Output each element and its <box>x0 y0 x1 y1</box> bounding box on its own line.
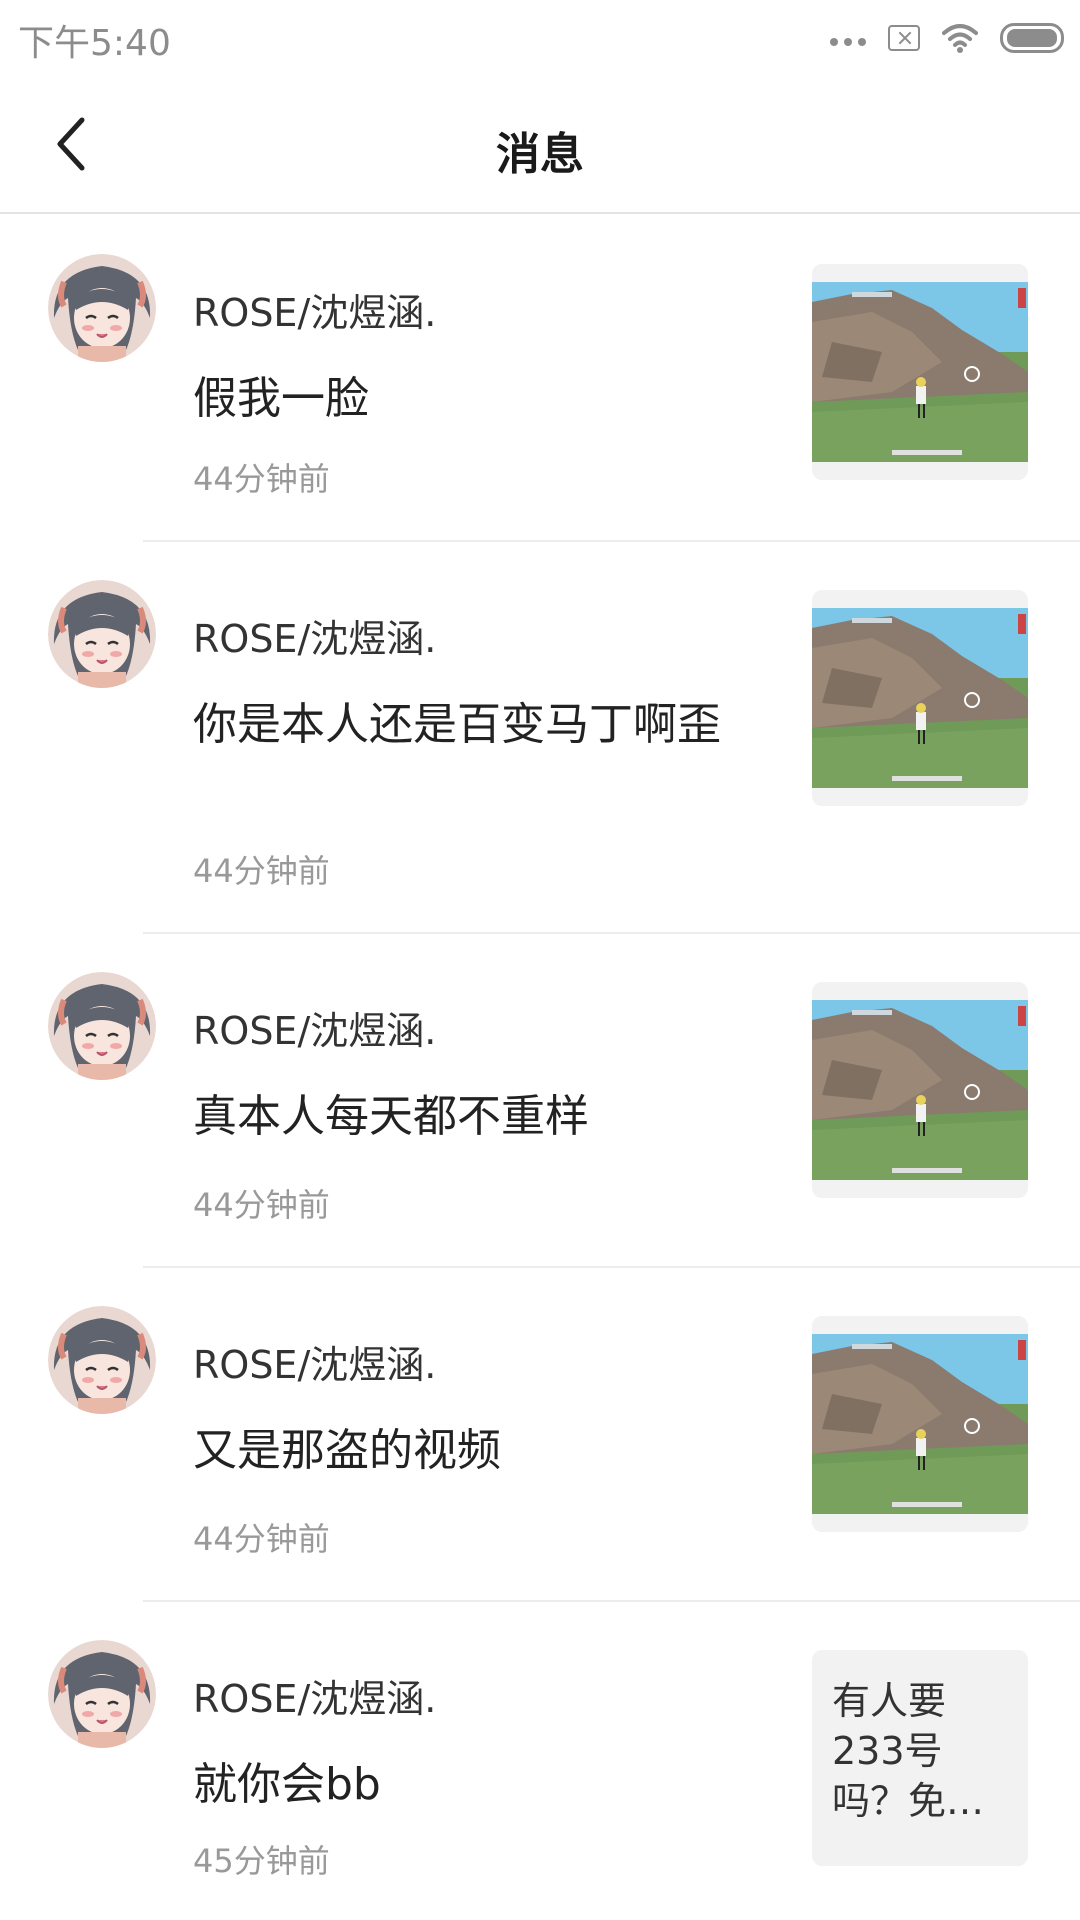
list-item[interactable]: ROSE/沈煜涵. 就你会bb 45分钟前 有人要233号吗？免… <box>0 1602 1080 1920</box>
video-thumbnail-image <box>812 1000 1028 1180</box>
video-thumbnail-image <box>812 1334 1028 1514</box>
page-title: 消息 <box>496 129 584 180</box>
video-thumbnail-image <box>812 608 1028 788</box>
thumb-text: 有人要233号吗？免… <box>832 1679 985 1823</box>
post-thumbnail[interactable]: 有人要233号吗？免… <box>812 1650 1028 1866</box>
avatar[interactable] <box>48 254 156 362</box>
message-time: 45分钟前 <box>193 1842 330 1880</box>
header: 消息 <box>0 76 1080 214</box>
message-list: ROSE/沈煜涵. 假我一脸 44分钟前 ROSE/沈煜涵. 你是本人还是百变马丁啊歪… <box>0 216 1080 1920</box>
list-item[interactable]: ROSE/沈煜涵. 又是那盗的视频 44分钟前 <box>0 1268 1080 1602</box>
message-text: 假我一脸 <box>193 373 369 424</box>
list-item[interactable]: ROSE/沈煜涵. 假我一脸 44分钟前 <box>0 216 1080 542</box>
status-time: 下午5:40 <box>18 23 171 64</box>
battery-icon <box>1000 23 1064 53</box>
message-text: 又是那盗的视频 <box>193 1425 501 1476</box>
video-thumbnail-image <box>812 282 1028 462</box>
list-item[interactable]: ROSE/沈煜涵. 真本人每天都不重样 44分钟前 <box>0 934 1080 1268</box>
no-sim-icon <box>888 25 920 51</box>
sender-name[interactable]: ROSE/沈煜涵. <box>193 282 436 337</box>
list-item[interactable]: ROSE/沈煜涵. 你是本人还是百变马丁啊歪 44分钟前 <box>0 542 1080 934</box>
avatar[interactable] <box>48 972 156 1080</box>
status-icons <box>830 18 1064 58</box>
post-thumbnail[interactable] <box>812 264 1028 480</box>
message-time: 44分钟前 <box>193 460 330 498</box>
avatar[interactable] <box>48 1640 156 1748</box>
avatar[interactable] <box>48 580 156 688</box>
sender-name[interactable]: ROSE/沈煜涵. <box>193 1000 436 1055</box>
sender-name[interactable]: ROSE/沈煜涵. <box>193 608 436 663</box>
sender-name[interactable]: ROSE/沈煜涵. <box>193 1668 436 1723</box>
message-text: 真本人每天都不重样 <box>193 1091 589 1142</box>
message-time: 44分钟前 <box>193 1520 330 1558</box>
message-text: 就你会bb <box>193 1759 381 1810</box>
message-text: 你是本人还是百变马丁啊歪 <box>193 699 721 750</box>
post-thumbnail[interactable] <box>812 1316 1028 1532</box>
post-thumbnail[interactable] <box>812 590 1028 806</box>
post-thumbnail[interactable] <box>812 982 1028 1198</box>
more-dots-icon <box>830 38 866 46</box>
message-time: 44分钟前 <box>193 852 330 890</box>
status-bar: 下午5:40 <box>0 0 1080 76</box>
avatar[interactable] <box>48 1306 156 1414</box>
wifi-icon <box>942 24 978 53</box>
sender-name[interactable]: ROSE/沈煜涵. <box>193 1334 436 1389</box>
message-time: 44分钟前 <box>193 1186 330 1224</box>
